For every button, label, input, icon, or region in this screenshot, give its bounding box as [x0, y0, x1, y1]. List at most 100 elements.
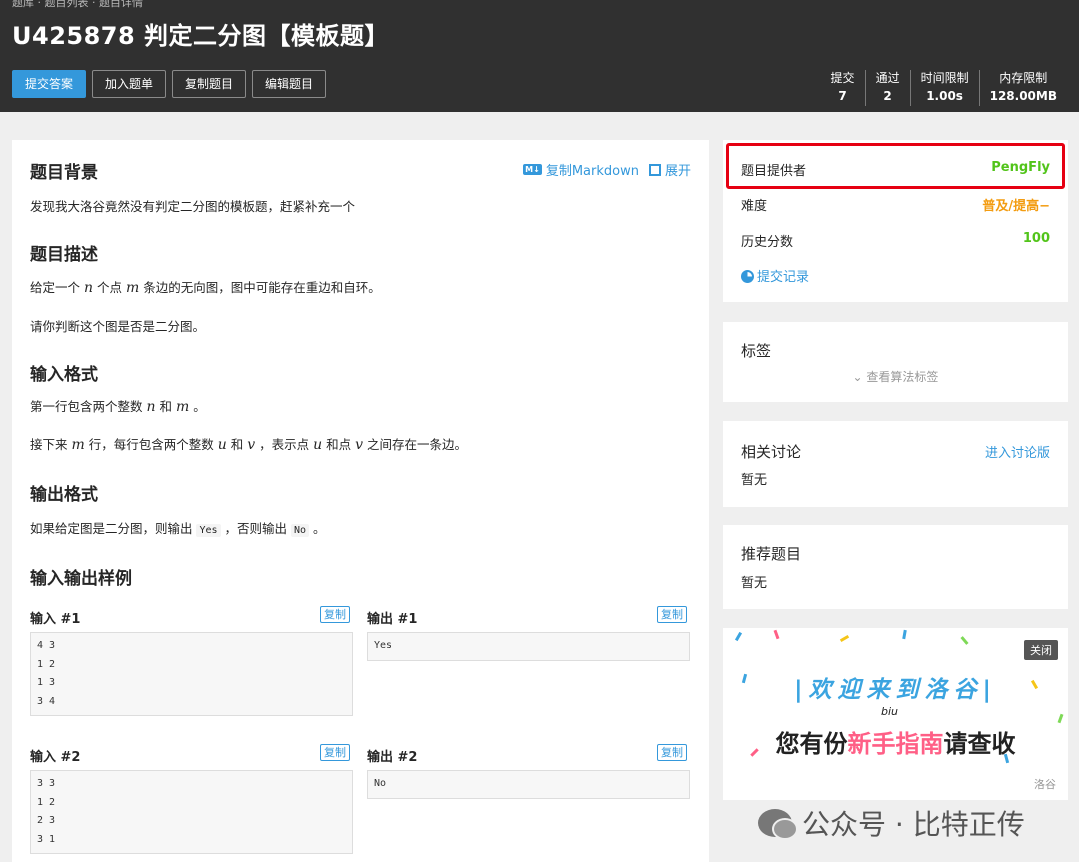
sample-line: 1 2	[37, 658, 56, 670]
highlight-annotation	[726, 143, 1065, 189]
stat-value: 1.00s	[926, 89, 963, 103]
wechat-icon	[758, 809, 798, 840]
text: 和点	[322, 437, 356, 452]
banner-guide-text: 您有份新手指南请查收	[723, 724, 1068, 759]
input-format-line-1: 第一行包含两个整数 n 和 m 。	[30, 396, 206, 415]
sample-output-box[interactable]: Yes	[367, 632, 690, 661]
text: 。	[189, 399, 206, 414]
copy-sample-input-button[interactable]: 复制	[320, 606, 350, 623]
page-title: U425878 判定二分图【模板题】	[12, 22, 390, 50]
inline-code: No	[291, 524, 310, 537]
confetti	[734, 631, 743, 642]
sample-line: 3 4	[37, 695, 56, 707]
newbie-guide-banner[interactable]: 关闭 |欢迎来到洛谷| biu 您有份新手指南请查收 洛谷	[723, 628, 1068, 800]
guide-highlight: 新手指南	[847, 730, 944, 758]
copy-sample-input-button[interactable]: 复制	[320, 744, 350, 761]
difficulty-value[interactable]: 普及/提高−	[982, 195, 1050, 214]
sample-output-label: 输出 #2	[367, 750, 418, 765]
problem-content: M↓ 复制Markdown 展开 题目背景 发现我大洛谷竟然没有判定二分图的模板…	[12, 140, 709, 862]
banner-biu-text: biu	[881, 705, 899, 718]
sample-line: 1 3	[37, 677, 56, 688]
stat-accepted: 通过 2	[864, 70, 910, 106]
stat-time-limit: 时间限制 1.00s	[909, 70, 979, 106]
edit-problem-button[interactable]: 编辑题目	[252, 70, 327, 98]
text: 接下来	[30, 437, 72, 452]
score-value: 100	[1022, 231, 1050, 246]
difficulty-row: 难度 普及/提高−	[741, 195, 1050, 214]
stat-label: 时间限制	[920, 71, 969, 85]
submit-answer-button[interactable]: 提交答案	[12, 70, 87, 98]
inline-code: Yes	[196, 524, 221, 537]
sample-input-label: 输入 #2	[30, 750, 81, 765]
tags-title: 标签	[741, 342, 772, 360]
enter-discussion-link[interactable]: 进入讨论版	[985, 442, 1050, 461]
chevron-down-icon: ⌄	[852, 370, 867, 384]
text: 如果给定图是二分图，则输出	[30, 521, 197, 536]
discussion-title: 相关讨论	[741, 443, 802, 461]
text: 给定一个	[30, 280, 84, 295]
watermark-text: 公众号 · 比特正传	[802, 808, 1025, 841]
sample-input-box[interactable]: 4 3 1 2 1 3 3 4	[30, 632, 353, 716]
stat-value: 2	[883, 89, 892, 103]
description-line-2: 请你判断这个图是否是二分图。	[30, 319, 206, 334]
sample-line: 1 2	[37, 796, 56, 808]
copy-problem-button[interactable]: 复制题目	[172, 70, 247, 98]
text: 和	[226, 437, 248, 452]
score-label: 历史分数	[741, 235, 794, 250]
recommend-card: 推荐题目 暂无	[723, 525, 1068, 609]
stat-value: 7	[838, 89, 847, 103]
sample-line: 3 1	[37, 833, 56, 845]
markdown-icon: M↓	[523, 164, 542, 175]
view-tags-label: 查看算法标签	[866, 370, 939, 384]
math-var: v	[247, 437, 256, 453]
sample-output-box[interactable]: No	[367, 770, 690, 799]
sample-input-box[interactable]: 3 3 1 2 2 3 3 1	[30, 770, 353, 854]
sample-line: Yes	[374, 640, 393, 651]
pie-chart-icon	[741, 270, 754, 283]
text: ，表示点	[255, 437, 314, 452]
section-title-samples: 输入输出样例	[30, 569, 132, 589]
breadcrumb[interactable]: 题库 · 题目列表 · 题目详情	[12, 0, 143, 10]
recommend-title: 推荐题目	[741, 545, 802, 563]
recommend-empty: 暂无	[741, 576, 768, 591]
section-title-input: 输入格式	[30, 365, 98, 385]
sample-line: 4 3	[37, 640, 56, 651]
sample-line: No	[374, 778, 387, 789]
score-row: 历史分数 100	[741, 231, 1050, 250]
close-banner-button[interactable]: 关闭	[1024, 640, 1058, 660]
stat-memory-limit: 内存限制 128.00MB	[978, 70, 1067, 106]
guide-text: 您有份	[775, 730, 848, 758]
add-to-list-button[interactable]: 加入题单	[92, 70, 167, 98]
problem-stats: 提交 7 通过 2 时间限制 1.00s 内存限制 128.00MB	[821, 70, 1067, 106]
stat-submissions: 提交 7	[821, 70, 865, 106]
confetti	[839, 634, 850, 643]
description-line-1: 给定一个 n 个点 m 条边的无向图，图中可能存在重边和自环。	[30, 277, 381, 296]
action-bar: 提交答案 加入题单 复制题目 编辑题目	[12, 70, 332, 98]
confetti	[960, 636, 969, 645]
math-var: n	[146, 399, 156, 415]
difficulty-label: 难度	[741, 199, 768, 214]
copy-sample-output-button[interactable]: 复制	[657, 744, 687, 761]
math-var: u	[217, 437, 227, 453]
discussion-card: 相关讨论 进入讨论版 暂无	[723, 421, 1068, 507]
background-text: 发现我大洛谷竟然没有判定二分图的模板题，赶紧补充一个	[30, 199, 356, 214]
copy-sample-output-button[interactable]: 复制	[657, 606, 687, 623]
copy-markdown-label: 复制Markdown	[545, 164, 639, 179]
expand-label[interactable]: 展开	[665, 160, 691, 179]
expand-icon	[648, 163, 661, 176]
submission-records-label: 提交记录	[757, 270, 810, 285]
banner-welcome-text: |欢迎来到洛谷|	[794, 677, 997, 703]
luogu-logo: 洛谷	[1034, 778, 1056, 791]
guide-text: 请查收	[943, 730, 1016, 758]
wechat-watermark: 公众号 · 比特正传	[758, 803, 1025, 843]
math-var: v	[355, 437, 363, 453]
copy-markdown-link[interactable]: M↓ 复制Markdown 展开	[523, 160, 691, 179]
submission-records-link[interactable]: 提交记录	[741, 266, 809, 285]
math-var: m	[71, 437, 85, 453]
stat-value: 128.00MB	[989, 89, 1057, 103]
sample-input-label: 输入 #1	[30, 612, 81, 627]
sample-line: 2 3	[37, 815, 56, 826]
view-tags-link[interactable]: ⌄ 查看算法标签	[723, 368, 1068, 385]
confetti	[902, 629, 907, 640]
sample-output-label: 输出 #1	[367, 612, 418, 627]
